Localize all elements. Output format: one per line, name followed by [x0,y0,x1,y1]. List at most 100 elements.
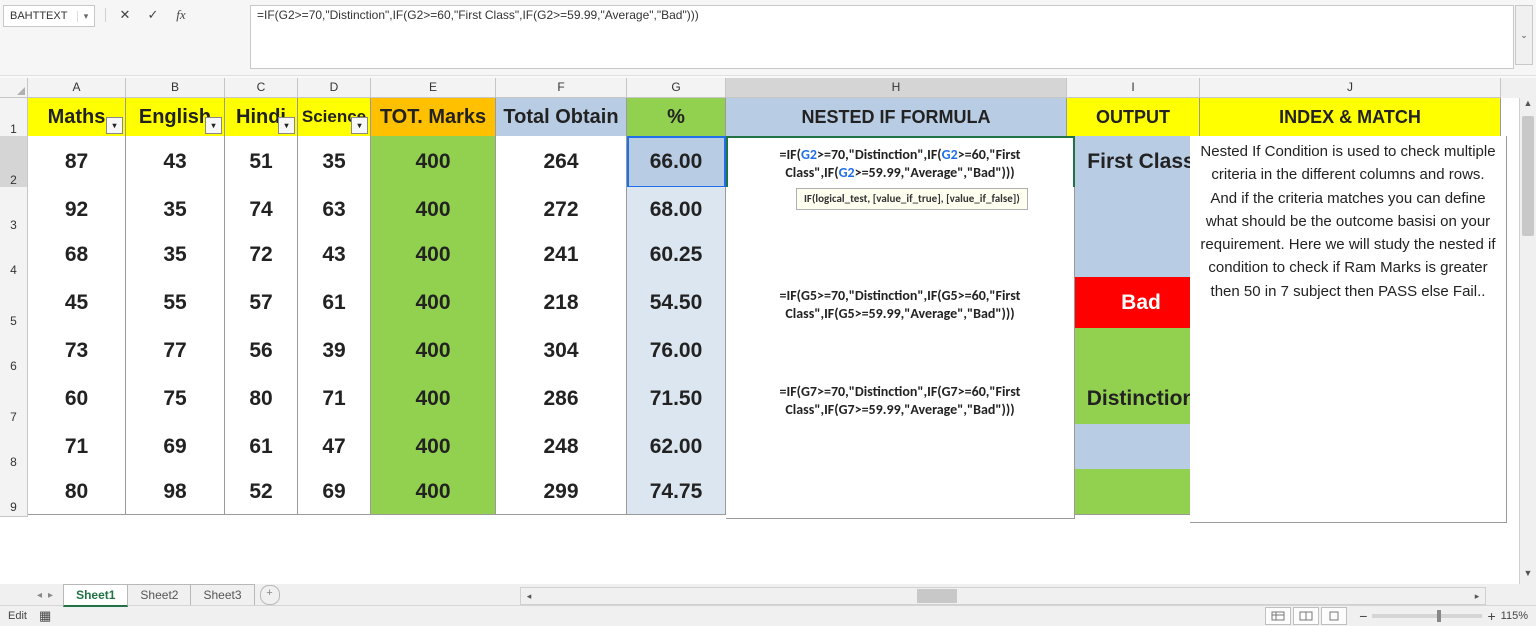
cell-B7[interactable]: 75 [126,373,225,425]
scroll-right-icon[interactable]: ▸ [1469,591,1485,602]
cell-G3[interactable]: 68.00 [627,187,726,233]
cell-E6[interactable]: 400 [371,328,496,374]
cell-B4[interactable]: 35 [126,232,225,278]
cell-G6[interactable]: 76.00 [627,328,726,374]
cell-C9[interactable]: 52 [225,469,298,515]
cell-E4[interactable]: 400 [371,232,496,278]
cell-A3[interactable]: 92 [28,187,126,233]
header-cell-I[interactable]: OUTPUT [1067,98,1200,137]
cell-E9[interactable]: 400 [371,469,496,515]
cell-H5[interactable]: =IF(G5>=70,"Distinction",IF(G5>=60,"Firs… [726,277,1075,333]
cell-F8[interactable]: 248 [496,424,627,470]
scroll-left-icon[interactable]: ◂ [521,591,537,602]
col-header-B[interactable]: B [126,78,225,98]
cell-B9[interactable]: 98 [126,469,225,515]
cell-I6[interactable] [1075,328,1208,374]
cell-A6[interactable]: 73 [28,328,126,374]
cell-F9[interactable]: 299 [496,469,627,515]
cell-A2[interactable]: 87 [28,136,126,188]
cell-C7[interactable]: 80 [225,373,298,425]
view-normal-icon[interactable] [1265,607,1291,625]
header-cell-E[interactable]: TOT. Marks [371,98,496,137]
enter-icon[interactable]: ✓ [144,5,162,25]
header-cell-A[interactable]: Maths▾ [28,98,126,137]
zoom-in-button[interactable]: + [1487,608,1495,624]
header-cell-H[interactable]: NESTED IF FORMULA [726,98,1067,137]
header-cell-C[interactable]: Hindi▾ [225,98,298,137]
sheet-tab-sheet3[interactable]: Sheet3 [190,584,254,607]
cell-I9[interactable] [1075,469,1208,515]
cell-H6[interactable] [726,328,1075,378]
cell-F5[interactable]: 218 [496,277,627,329]
cell-H9[interactable] [726,469,1075,519]
cell-I4[interactable] [1075,232,1208,278]
cell-F4[interactable]: 241 [496,232,627,278]
cancel-icon[interactable]: ✕ [116,5,134,25]
cell-G8[interactable]: 62.00 [627,424,726,470]
row-header-1[interactable]: 1 [0,98,28,139]
add-sheet-button[interactable]: + [260,585,280,605]
cell-I2[interactable]: First Class [1075,136,1208,188]
cell-C8[interactable]: 61 [225,424,298,470]
col-header-I[interactable]: I [1067,78,1200,98]
cell-G5[interactable]: 54.50 [627,277,726,329]
filter-button-B[interactable]: ▾ [205,117,222,134]
cell-A7[interactable]: 60 [28,373,126,425]
cell-C4[interactable]: 72 [225,232,298,278]
cell-G9[interactable]: 74.75 [627,469,726,515]
cell-A5[interactable]: 45 [28,277,126,329]
scroll-down-icon[interactable]: ▼ [1520,568,1536,584]
filter-button-D[interactable]: ▾ [351,117,368,134]
col-header-A[interactable]: A [28,78,126,98]
cell-H2[interactable]: =IF(G2>=70,"Distinction",IF(G2>=60,"Firs… [726,136,1075,192]
filter-button-A[interactable]: ▾ [106,117,123,134]
view-page-break-icon[interactable] [1321,607,1347,625]
cell-E8[interactable]: 400 [371,424,496,470]
col-header-G[interactable]: G [627,78,726,98]
zoom-level[interactable]: 115% [1501,610,1528,622]
zoom-slider[interactable] [1372,614,1482,618]
header-cell-F[interactable]: Total Obtain [496,98,627,137]
cell-D2[interactable]: 35 [298,136,371,188]
macro-record-icon[interactable]: ▦ [39,608,51,624]
cell-C2[interactable]: 51 [225,136,298,188]
cell-J2[interactable]: Nested If Condition is used to check mul… [1190,136,1507,523]
row-header-2[interactable]: 2 [0,136,28,190]
vertical-scrollbar[interactable]: ▲ ▼ [1519,98,1536,584]
cell-D9[interactable]: 69 [298,469,371,515]
cell-D4[interactable]: 43 [298,232,371,278]
cell-G7[interactable]: 71.50 [627,373,726,425]
col-header-D[interactable]: D [298,78,371,98]
cell-C6[interactable]: 56 [225,328,298,374]
cell-B6[interactable]: 77 [126,328,225,374]
name-box[interactable]: BAHTTEXT ▾ [3,5,95,27]
cell-E5[interactable]: 400 [371,277,496,329]
row-header-8[interactable]: 8 [0,424,28,472]
cell-E2[interactable]: 400 [371,136,496,188]
name-box-dropdown-icon[interactable]: ▾ [77,11,94,22]
row-header-7[interactable]: 7 [0,373,28,427]
cell-E3[interactable]: 400 [371,187,496,233]
header-cell-D[interactable]: Science▾ [298,98,371,137]
col-header-C[interactable]: C [225,78,298,98]
cell-G2[interactable]: 66.00 [627,136,726,188]
row-header-6[interactable]: 6 [0,328,28,376]
cell-F3[interactable]: 272 [496,187,627,233]
cell-B5[interactable]: 55 [126,277,225,329]
cell-H8[interactable] [726,424,1075,474]
cell-A4[interactable]: 68 [28,232,126,278]
vertical-scroll-thumb[interactable] [1522,116,1534,236]
cell-D7[interactable]: 71 [298,373,371,425]
col-header-E[interactable]: E [371,78,496,98]
scroll-up-icon[interactable]: ▲ [1520,98,1536,114]
horizontal-scroll-thumb[interactable] [917,589,957,603]
cell-G4[interactable]: 60.25 [627,232,726,278]
cell-I8[interactable] [1075,424,1208,470]
cell-H7[interactable]: =IF(G7>=70,"Distinction",IF(G7>=60,"Firs… [726,373,1075,429]
header-cell-G[interactable]: % [627,98,726,137]
cell-C3[interactable]: 74 [225,187,298,233]
cell-F2[interactable]: 264 [496,136,627,188]
cell-B3[interactable]: 35 [126,187,225,233]
cell-D3[interactable]: 63 [298,187,371,233]
formula-bar-input[interactable]: =IF(G2>=70,"Distinction",IF(G2>=60,"Firs… [250,5,1514,69]
